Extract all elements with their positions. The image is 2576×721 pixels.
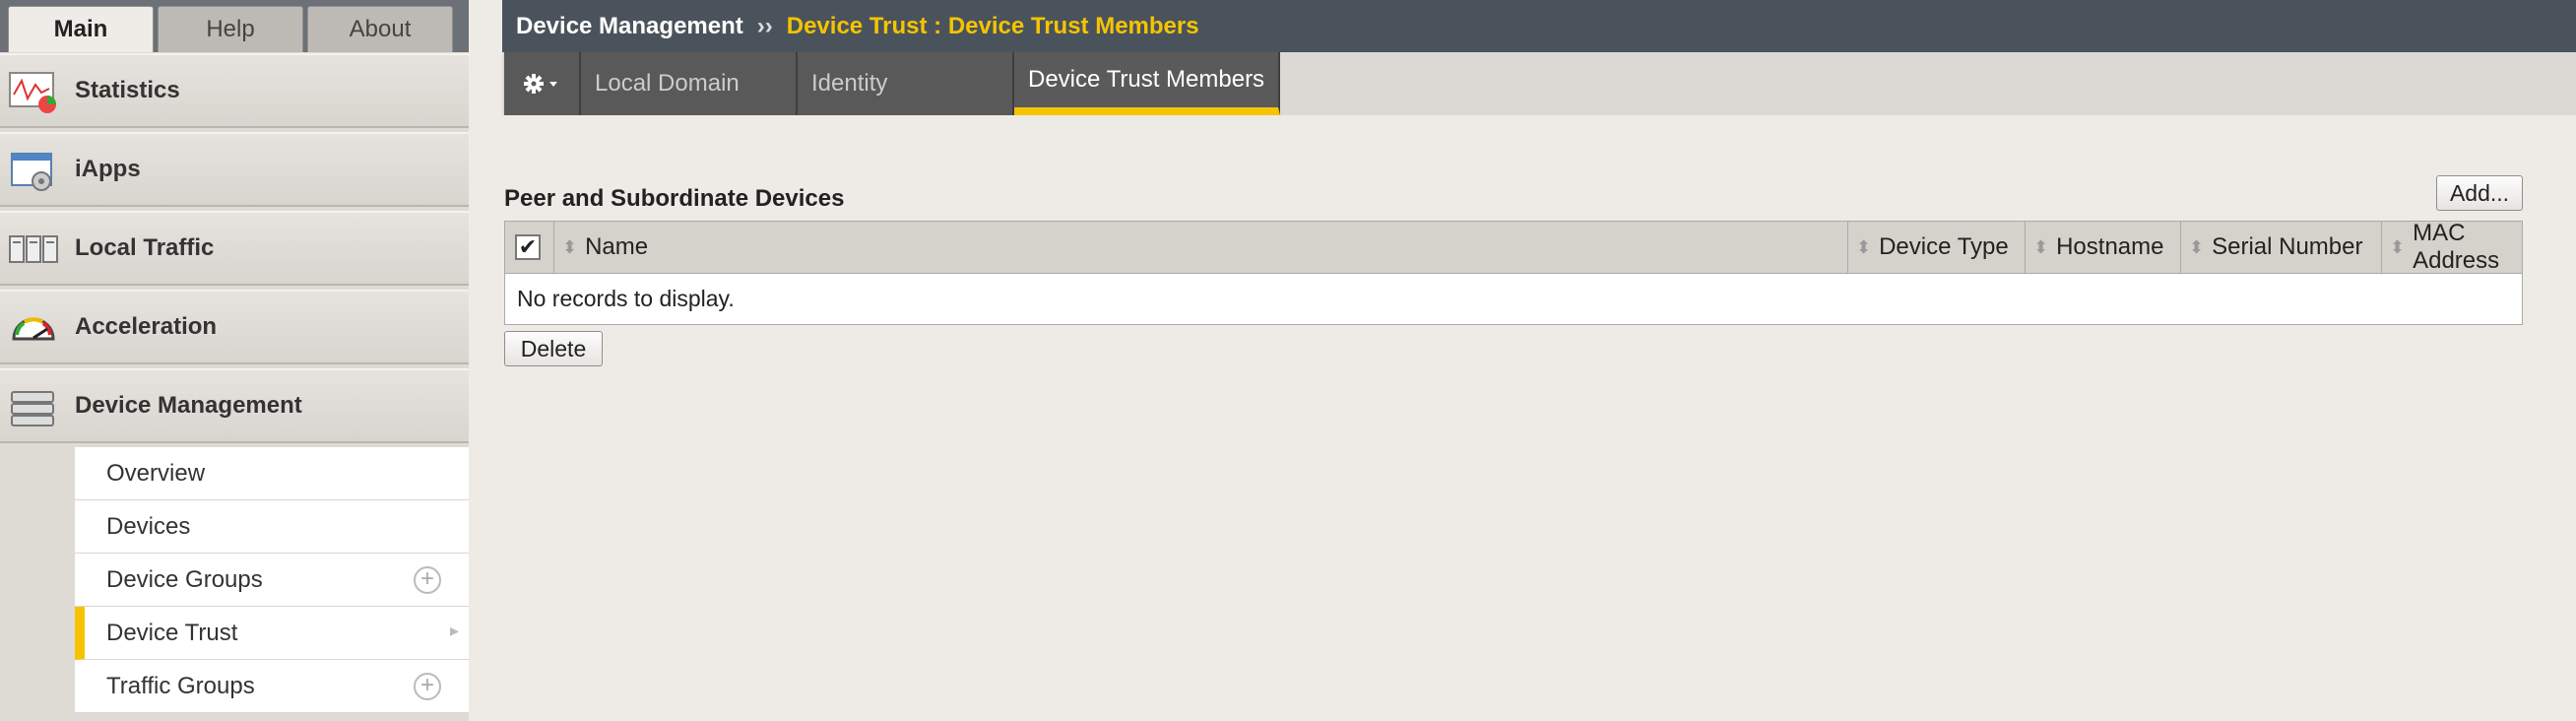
column-label: Serial Number: [2212, 233, 2363, 260]
sidebar-item-local-traffic[interactable]: Local Traffic: [0, 211, 469, 286]
sort-icon: ⬍: [2033, 236, 2049, 257]
breadcrumb: Device Management ›› Device Trust : Devi…: [502, 0, 2576, 52]
breadcrumb-current: Device Trust : Device Trust Members: [786, 12, 1199, 39]
breadcrumb-separator: ››: [756, 12, 773, 39]
sort-icon: ⬍: [2390, 236, 2406, 257]
column-label: Name: [585, 233, 649, 260]
column-label: Device Type: [1879, 233, 2009, 260]
sidebar-item-device-management[interactable]: Device Management: [0, 368, 469, 443]
table-header: ✔ ⬍ Name ⬍ Device Type ⬍ Hostname ⬍ Seri…: [504, 220, 2523, 274]
submenu-item-label: Overview: [106, 459, 206, 487]
device-management-icon: [11, 391, 54, 426]
breadcrumb-section[interactable]: Device Management: [516, 13, 743, 40]
left-sidebar: Main Help About Statistics iApps Local T…: [0, 0, 469, 721]
device-management-submenu: Overview Devices Device Groups + Device …: [75, 447, 469, 713]
sort-icon: ⬍: [2189, 236, 2205, 257]
sidebar-item-label: Local Traffic: [75, 234, 215, 261]
column-device-type[interactable]: ⬍ Device Type: [1848, 222, 2026, 273]
tab-device-trust-members[interactable]: Device Trust Members: [1014, 52, 1280, 115]
submenu-item-label: Device Trust: [106, 619, 238, 646]
section-title: Peer and Subordinate Devices: [504, 185, 845, 212]
chevron-down-icon: [549, 82, 557, 87]
tab-about[interactable]: About: [307, 6, 453, 52]
add-traffic-group-icon[interactable]: +: [414, 673, 441, 700]
tab-help[interactable]: Help: [158, 6, 303, 52]
submenu-item-traffic-groups[interactable]: Traffic Groups +: [75, 660, 469, 713]
column-name[interactable]: ⬍ Name: [554, 222, 1848, 273]
subtab-bar: Local Domain Identity Device Trust Membe…: [502, 52, 2576, 115]
submenu-item-device-trust[interactable]: Device Trust ▸: [75, 607, 469, 660]
sort-icon: ⬍: [1856, 236, 1872, 257]
acceleration-icon: [12, 317, 55, 341]
iapps-icon: [11, 153, 52, 191]
column-serial-number[interactable]: ⬍ Serial Number: [2181, 222, 2382, 273]
submenu-item-label: Traffic Groups: [106, 672, 255, 699]
sidebar-item-label: Acceleration: [75, 313, 218, 340]
chevron-right-icon: ▸: [449, 621, 459, 640]
settings-menu-button[interactable]: [504, 52, 581, 115]
devices-table: ✔ ⬍ Name ⬍ Device Type ⬍ Hostname ⬍ Seri…: [504, 220, 2523, 325]
select-all-column: ✔: [505, 222, 554, 273]
add-device-group-icon[interactable]: +: [414, 566, 441, 594]
submenu-item-devices[interactable]: Devices: [75, 500, 469, 554]
tab-main[interactable]: Main: [8, 6, 154, 52]
submenu-item-label: Devices: [106, 512, 191, 540]
sidebar-item-statistics[interactable]: Statistics: [0, 53, 469, 128]
submenu-item-label: Device Groups: [106, 565, 263, 593]
sidebar-item-iapps[interactable]: iApps: [0, 132, 469, 207]
sidebar-item-label: Statistics: [75, 77, 180, 103]
column-hostname[interactable]: ⬍ Hostname: [2026, 222, 2181, 273]
sidebar-item-label: Device Management: [75, 392, 302, 419]
gear-icon: [524, 74, 557, 94]
submenu-item-device-groups[interactable]: Device Groups +: [75, 554, 469, 607]
sidebar-item-acceleration[interactable]: Acceleration: [0, 290, 469, 364]
delete-button[interactable]: Delete: [504, 331, 603, 366]
top-tab-bar: Main Help About: [0, 0, 469, 52]
add-button[interactable]: Add...: [2436, 175, 2523, 211]
select-all-checkbox[interactable]: ✔: [515, 234, 541, 260]
tab-identity[interactable]: Identity: [798, 52, 1014, 115]
local-traffic-icon: [9, 235, 58, 263]
column-label: MAC Address: [2413, 220, 2500, 274]
sort-icon: ⬍: [562, 236, 578, 257]
column-label: Hostname: [2056, 233, 2164, 260]
column-mac-address[interactable]: ⬍ MAC Address: [2382, 220, 2522, 274]
sidebar-item-label: iApps: [75, 156, 141, 182]
statistics-icon: [9, 72, 56, 113]
main-content: Device Management ›› Device Trust : Devi…: [502, 0, 2576, 721]
tab-local-domain[interactable]: Local Domain: [581, 52, 798, 115]
submenu-item-overview[interactable]: Overview: [75, 447, 469, 500]
empty-message: No records to display.: [504, 274, 2523, 325]
